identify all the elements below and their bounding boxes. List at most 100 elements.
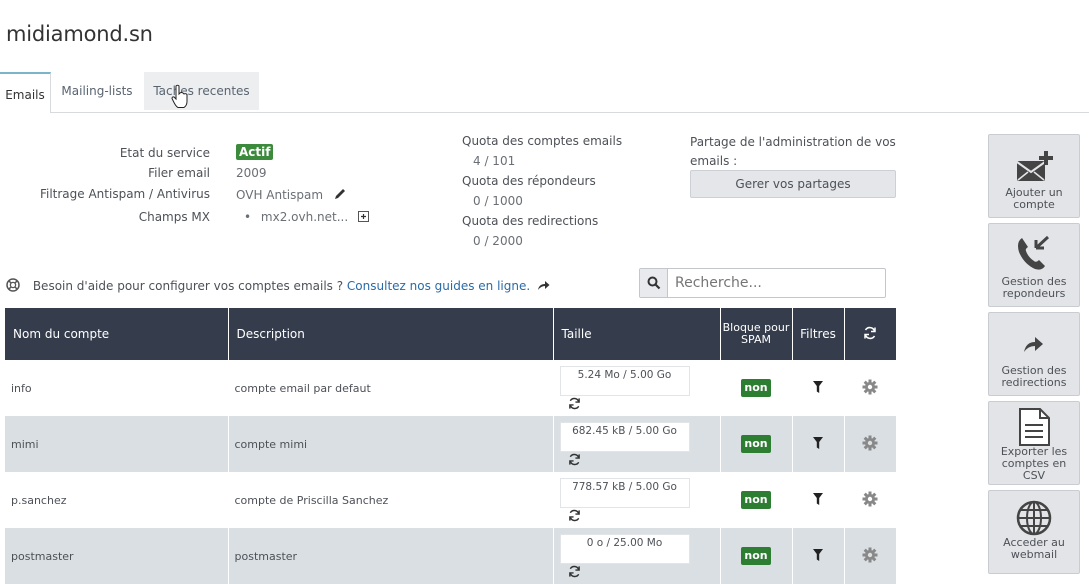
spam-badge: non — [741, 379, 771, 397]
account-description: postmaster — [228, 528, 554, 584]
account-description: compte email par defaut — [228, 360, 554, 416]
filter-icon[interactable] — [813, 380, 823, 393]
table-row[interactable]: info compte email par defaut 5.24 Mo / 5… — [5, 360, 896, 416]
refresh-size-icon[interactable] — [568, 397, 581, 410]
filter-cell — [792, 528, 845, 584]
gear-icon[interactable] — [862, 379, 878, 395]
refresh-icon[interactable] — [863, 326, 877, 340]
size-value: 778.57 kB / 5.00 Go — [559, 478, 690, 509]
mx-value: • mx2.ovh.net... — [244, 210, 369, 224]
guides-link[interactable]: Consultez nos guides en ligne. — [347, 279, 530, 293]
manage-autoresponders-label: Gestion des repondeurs — [1001, 275, 1067, 300]
accounts-table: Nom du compte Description Taille Bloque … — [5, 308, 896, 584]
col-bloque-header: Bloque pour SPAM — [720, 308, 793, 360]
share-text: Partage de l'administration de vos email… — [690, 135, 896, 168]
size-value: 5.24 Mo / 5.00 Go — [559, 366, 690, 397]
filter-icon[interactable] — [813, 548, 823, 561]
spam-cell: non — [720, 360, 793, 416]
spam-cell: non — [720, 528, 793, 584]
settings-cell — [844, 360, 896, 416]
search-button[interactable] — [640, 269, 668, 297]
account-size-cell: 778.57 kB / 5.00 Go — [553, 472, 721, 528]
redirect-arrow-icon — [1024, 337, 1043, 352]
account-size-cell: 682.45 kB / 5.00 Go — [553, 416, 721, 472]
table-row[interactable]: mimi compte mimi 682.45 kB / 5.00 Go non — [5, 416, 896, 472]
page-title: midiamond.sn — [6, 22, 153, 46]
gear-icon[interactable] — [862, 435, 878, 451]
table-row[interactable]: postmaster postmaster 0 o / 25.00 Mo non — [5, 528, 896, 584]
table-header-row: Nom du compte Description Taille Bloque … — [5, 308, 896, 360]
search-box — [639, 268, 886, 298]
manage-autoresponders-button[interactable]: Gestion des repondeurs — [988, 223, 1080, 307]
export-csv-label: Exporter les comptes en CSV — [1000, 445, 1068, 482]
add-account-label: Ajouter un compte — [1005, 186, 1063, 211]
col-size-header[interactable]: Taille — [553, 308, 721, 360]
size-value: 682.45 kB / 5.00 Go — [559, 422, 690, 453]
col-filtres-header: Filtres — [792, 308, 845, 360]
refresh-all-header[interactable] — [844, 308, 896, 360]
hand-cursor-icon — [171, 84, 188, 108]
col-description-header[interactable]: Description — [228, 308, 554, 360]
quota-repondeurs-value: 0 / 1000 — [473, 194, 523, 208]
refresh-size-icon[interactable] — [568, 565, 581, 578]
account-name[interactable]: postmaster — [5, 528, 229, 584]
filter-cell — [792, 472, 845, 528]
refresh-size-icon[interactable] — [568, 509, 581, 522]
col-name-header[interactable]: Nom du compte — [5, 308, 229, 360]
tab-taches-recentes[interactable]: Taches recentes — [144, 72, 259, 110]
etat-value: Actif — [236, 144, 274, 160]
export-csv-button[interactable]: Exporter les comptes en CSV — [988, 401, 1080, 485]
envelope-plus-icon — [1016, 151, 1053, 181]
filter-icon[interactable] — [813, 492, 823, 505]
spam-badge: non — [741, 435, 771, 453]
quota-redirections-value: 0 / 2000 — [473, 234, 523, 248]
webmail-label: Acceder au webmail — [1003, 536, 1065, 561]
account-size-cell: 5.24 Mo / 5.00 Go — [553, 360, 721, 416]
tab-emails[interactable]: Emails — [0, 72, 51, 113]
account-description: compte de Priscilla Sanchez — [228, 472, 554, 528]
gear-icon[interactable] — [862, 491, 878, 507]
quota-comptes-label: Quota des comptes emails — [462, 134, 623, 148]
search-icon — [647, 276, 661, 290]
size-value: 0 o / 25.00 Mo — [559, 534, 690, 565]
settings-cell — [844, 528, 896, 584]
filtrage-label: Filtrage Antispam / Antivirus — [39, 187, 210, 201]
filer-value: 2009 — [236, 166, 267, 180]
refresh-size-icon[interactable] — [568, 453, 581, 466]
document-icon — [1019, 408, 1050, 446]
tab-mailing-lists[interactable]: Mailing-lists — [52, 72, 142, 110]
help-text: Besoin d'aide pour configurer vos compte… — [32, 279, 344, 293]
globe-icon — [1016, 500, 1052, 536]
manage-shares-button[interactable]: Gerer vos partages — [690, 170, 896, 198]
filtrage-value: OVH Antispam — [236, 187, 347, 202]
filter-cell — [792, 416, 845, 472]
quota-comptes-value: 4 / 101 — [473, 154, 516, 168]
pencil-icon[interactable] — [333, 187, 347, 201]
lifebuoy-icon — [6, 278, 20, 292]
filter-cell — [792, 360, 845, 416]
gear-icon[interactable] — [862, 547, 878, 563]
filter-icon[interactable] — [813, 436, 823, 449]
bullet: • — [244, 210, 252, 224]
help-line: Besoin d'aide pour configurer vos compte… — [6, 278, 550, 293]
expand-plus-icon[interactable] — [357, 211, 369, 222]
webmail-button[interactable]: Acceder au webmail — [988, 490, 1080, 574]
tab-bar: Emails Mailing-lists Taches recentes — [0, 72, 1089, 113]
table-row[interactable]: p.sanchez compte de Priscilla Sanchez 77… — [5, 472, 896, 528]
settings-cell — [844, 416, 896, 472]
account-size-cell: 0 o / 25.00 Mo — [553, 528, 721, 584]
quota-repondeurs-label: Quota des répondeurs — [462, 174, 596, 188]
spam-cell: non — [720, 416, 793, 472]
manage-redirections-button[interactable]: Gestion des redirections — [988, 312, 1080, 396]
add-account-button[interactable]: Ajouter un compte — [988, 134, 1080, 218]
spam-badge: non — [741, 547, 771, 565]
filer-label: Filer email — [148, 166, 210, 180]
account-name[interactable]: p.sanchez — [5, 472, 229, 528]
account-name[interactable]: mimi — [5, 416, 229, 472]
etat-label: Etat du service — [119, 146, 210, 160]
search-input[interactable] — [673, 274, 877, 292]
quota-redirections-label: Quota des redirections — [462, 214, 599, 228]
phone-callback-icon — [1018, 235, 1050, 270]
filtrage-text: OVH Antispam — [236, 188, 324, 202]
account-name[interactable]: info — [5, 360, 229, 416]
